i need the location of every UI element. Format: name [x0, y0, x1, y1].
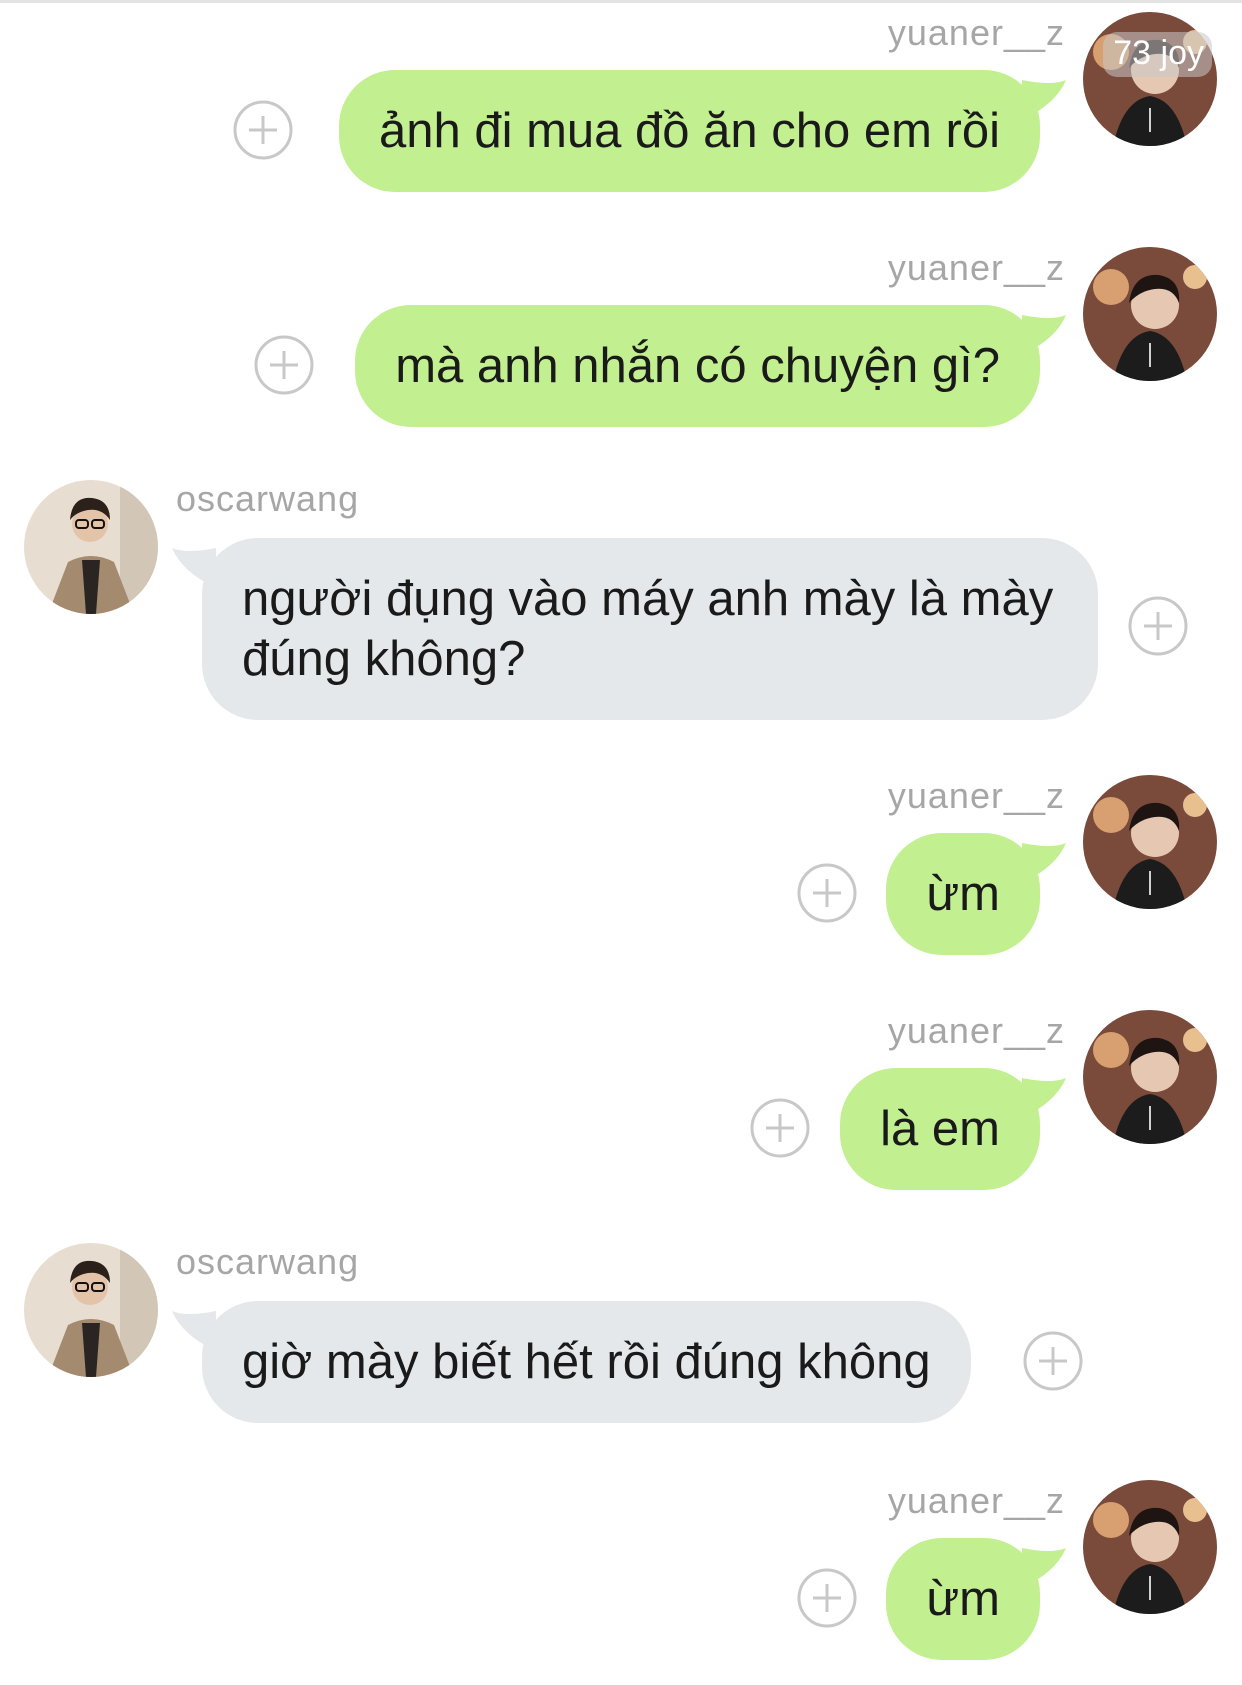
sender-avatar[interactable]	[1083, 1480, 1217, 1614]
sender-name: yuaner__z	[887, 775, 1065, 816]
add-reaction-icon[interactable]	[1023, 1331, 1083, 1391]
sender-name: oscarwang	[176, 478, 360, 519]
message-bubble[interactable]: người đụng vào máy anh mày là mày đúng k…	[202, 538, 1098, 720]
message-bubble[interactable]: mà anh nhắn có chuyện gì?	[355, 305, 1040, 427]
overlay-badge: 73 joy	[1103, 32, 1212, 77]
message-bubble[interactable]: ừm	[886, 833, 1040, 955]
sender-name: yuaner__z	[887, 1010, 1065, 1051]
message-row-outgoing: yuaner__z là em	[0, 998, 1242, 1218]
add-reaction-icon[interactable]	[750, 1098, 810, 1158]
message-row-outgoing: yuaner__z mà anh nhắn có chuyện gì?	[0, 235, 1242, 455]
add-reaction-icon[interactable]	[254, 335, 314, 395]
add-reaction-icon[interactable]	[1128, 596, 1188, 656]
chat-thread[interactable]: yuaner__z 73 joy ảnh đi mua đồ ăn cho em…	[0, 0, 1242, 1685]
message-row-outgoing: yuaner__z 73 joy ảnh đi mua đồ ăn cho em…	[0, 0, 1242, 220]
sender-name: oscarwang	[176, 1241, 360, 1282]
sender-avatar[interactable]	[1083, 775, 1217, 909]
sender-name: yuaner__z	[887, 247, 1065, 288]
sender-avatar[interactable]	[1083, 247, 1217, 381]
message-bubble[interactable]: giờ mày biết hết rồi đúng không	[202, 1301, 971, 1423]
message-row-outgoing: yuaner__z ừm	[0, 763, 1242, 983]
add-reaction-icon[interactable]	[797, 1568, 857, 1628]
sender-avatar[interactable]	[24, 480, 158, 614]
message-bubble[interactable]: là em	[840, 1068, 1040, 1190]
sender-avatar[interactable]	[24, 1243, 158, 1377]
add-reaction-icon[interactable]	[797, 863, 857, 923]
message-row-outgoing: yuaner__z ừm	[0, 1468, 1242, 1685]
sender-avatar[interactable]	[1083, 1010, 1217, 1144]
message-row-incoming: oscarwang giờ mày biết hết rồi đúng khôn…	[0, 1233, 1242, 1453]
sender-name: yuaner__z	[887, 1480, 1065, 1521]
message-row-incoming: oscarwang người đụng vào máy anh mày là …	[0, 470, 1242, 750]
message-bubble[interactable]: ảnh đi mua đồ ăn cho em rồi	[338, 70, 1040, 192]
message-bubble[interactable]: ừm	[886, 1538, 1040, 1660]
add-reaction-icon[interactable]	[233, 100, 293, 160]
sender-name: yuaner__z	[887, 12, 1065, 53]
